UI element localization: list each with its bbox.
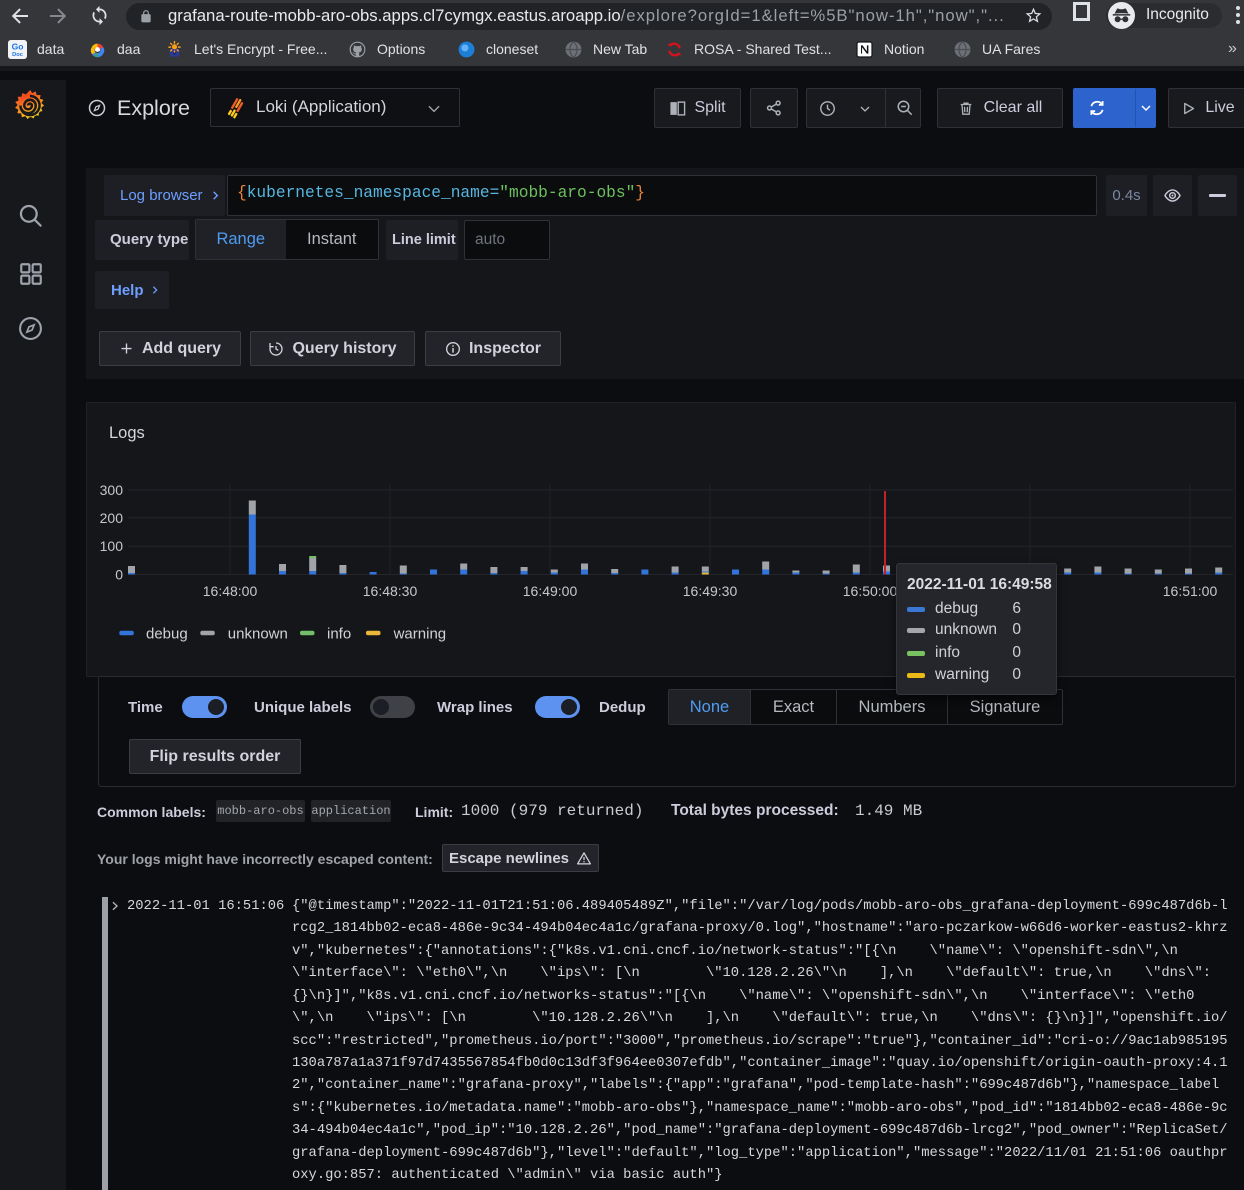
svg-text:debug: debug (146, 626, 188, 643)
svg-text:16:48:00: 16:48:00 (203, 583, 258, 599)
svg-text:200: 200 (100, 510, 124, 526)
svg-text:16:49:00: 16:49:00 (523, 583, 578, 599)
svg-text:100: 100 (100, 538, 124, 554)
svg-text:unknown: unknown (228, 626, 288, 643)
svg-text:Go: Go (12, 41, 24, 51)
svg-text:warning: warning (393, 626, 447, 643)
svg-text:0: 0 (115, 567, 123, 583)
svg-text:info: info (327, 626, 351, 643)
svg-text:16:49:30: 16:49:30 (683, 583, 738, 599)
svg-text:16:50:00: 16:50:00 (843, 583, 898, 599)
svg-text:16:51:00: 16:51:00 (1163, 583, 1218, 599)
svg-text:Doc: Doc (12, 52, 23, 58)
svg-text:16:48:30: 16:48:30 (363, 583, 418, 599)
svg-text:300: 300 (100, 482, 124, 498)
